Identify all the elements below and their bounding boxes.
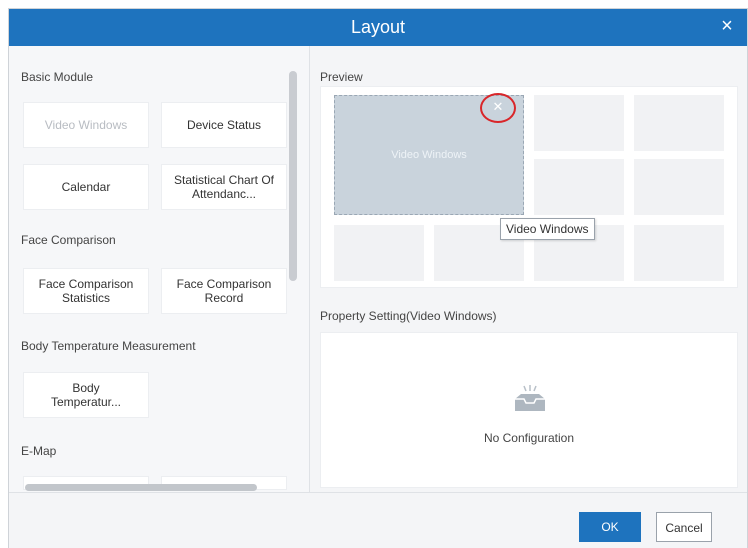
module-calendar[interactable]: Calendar xyxy=(23,164,149,210)
grid-cell[interactable] xyxy=(634,159,724,215)
module-device-status[interactable]: Device Status xyxy=(161,102,287,148)
ok-button[interactable]: OK xyxy=(579,512,641,542)
grid-cell[interactable] xyxy=(634,95,724,151)
module-statistical-chart-attendance[interactable]: Statistical Chart Of Attendanc... xyxy=(161,164,287,210)
module-panel: Basic Module Video Windows Device Status… xyxy=(9,46,310,492)
module-video-windows[interactable]: Video Windows xyxy=(23,102,149,148)
empty-tray-icon xyxy=(515,385,545,411)
preview-grid: Video Windows xyxy=(320,86,738,288)
grid-cell[interactable] xyxy=(534,95,624,151)
dialog-footer: OK Cancel xyxy=(9,492,747,548)
dialog-title: Layout xyxy=(350,17,406,37)
close-icon[interactable]: × xyxy=(715,14,739,38)
grid-cell[interactable] xyxy=(334,225,424,281)
preview-label: Preview xyxy=(320,70,363,84)
property-setting-label: Property Setting(Video Windows) xyxy=(320,309,497,323)
section-e-map: E-Map xyxy=(21,444,57,458)
layout-dialog: Layout × Basic Module Video Windows Devi… xyxy=(8,8,748,548)
section-basic-module: Basic Module xyxy=(21,70,94,84)
title-bar: Layout × xyxy=(9,9,747,46)
no-configuration-text: No Configuration xyxy=(483,431,575,445)
remove-window-highlight: ✕ xyxy=(480,93,516,123)
section-face-comparison: Face Comparison xyxy=(21,233,116,247)
cancel-button[interactable]: Cancel xyxy=(656,512,712,542)
vertical-scrollbar[interactable] xyxy=(289,71,297,281)
grid-cell[interactable] xyxy=(534,159,624,215)
module-body-temperature[interactable]: Body Temperatur... xyxy=(23,372,149,418)
section-body-temperature: Body Temperature Measurement xyxy=(21,339,196,353)
module-face-comparison-statistics[interactable]: Face Comparison Statistics xyxy=(23,268,149,314)
window-tooltip: Video Windows xyxy=(500,218,595,240)
horizontal-scrollbar[interactable] xyxy=(25,484,257,491)
property-setting-panel: No Configuration xyxy=(320,332,738,488)
close-icon[interactable]: ✕ xyxy=(489,98,507,116)
grid-cell[interactable] xyxy=(634,225,724,281)
layout-panel: Preview Video Windows Property Setting(V… xyxy=(310,46,747,492)
module-face-comparison-record[interactable]: Face Comparison Record xyxy=(161,268,287,314)
